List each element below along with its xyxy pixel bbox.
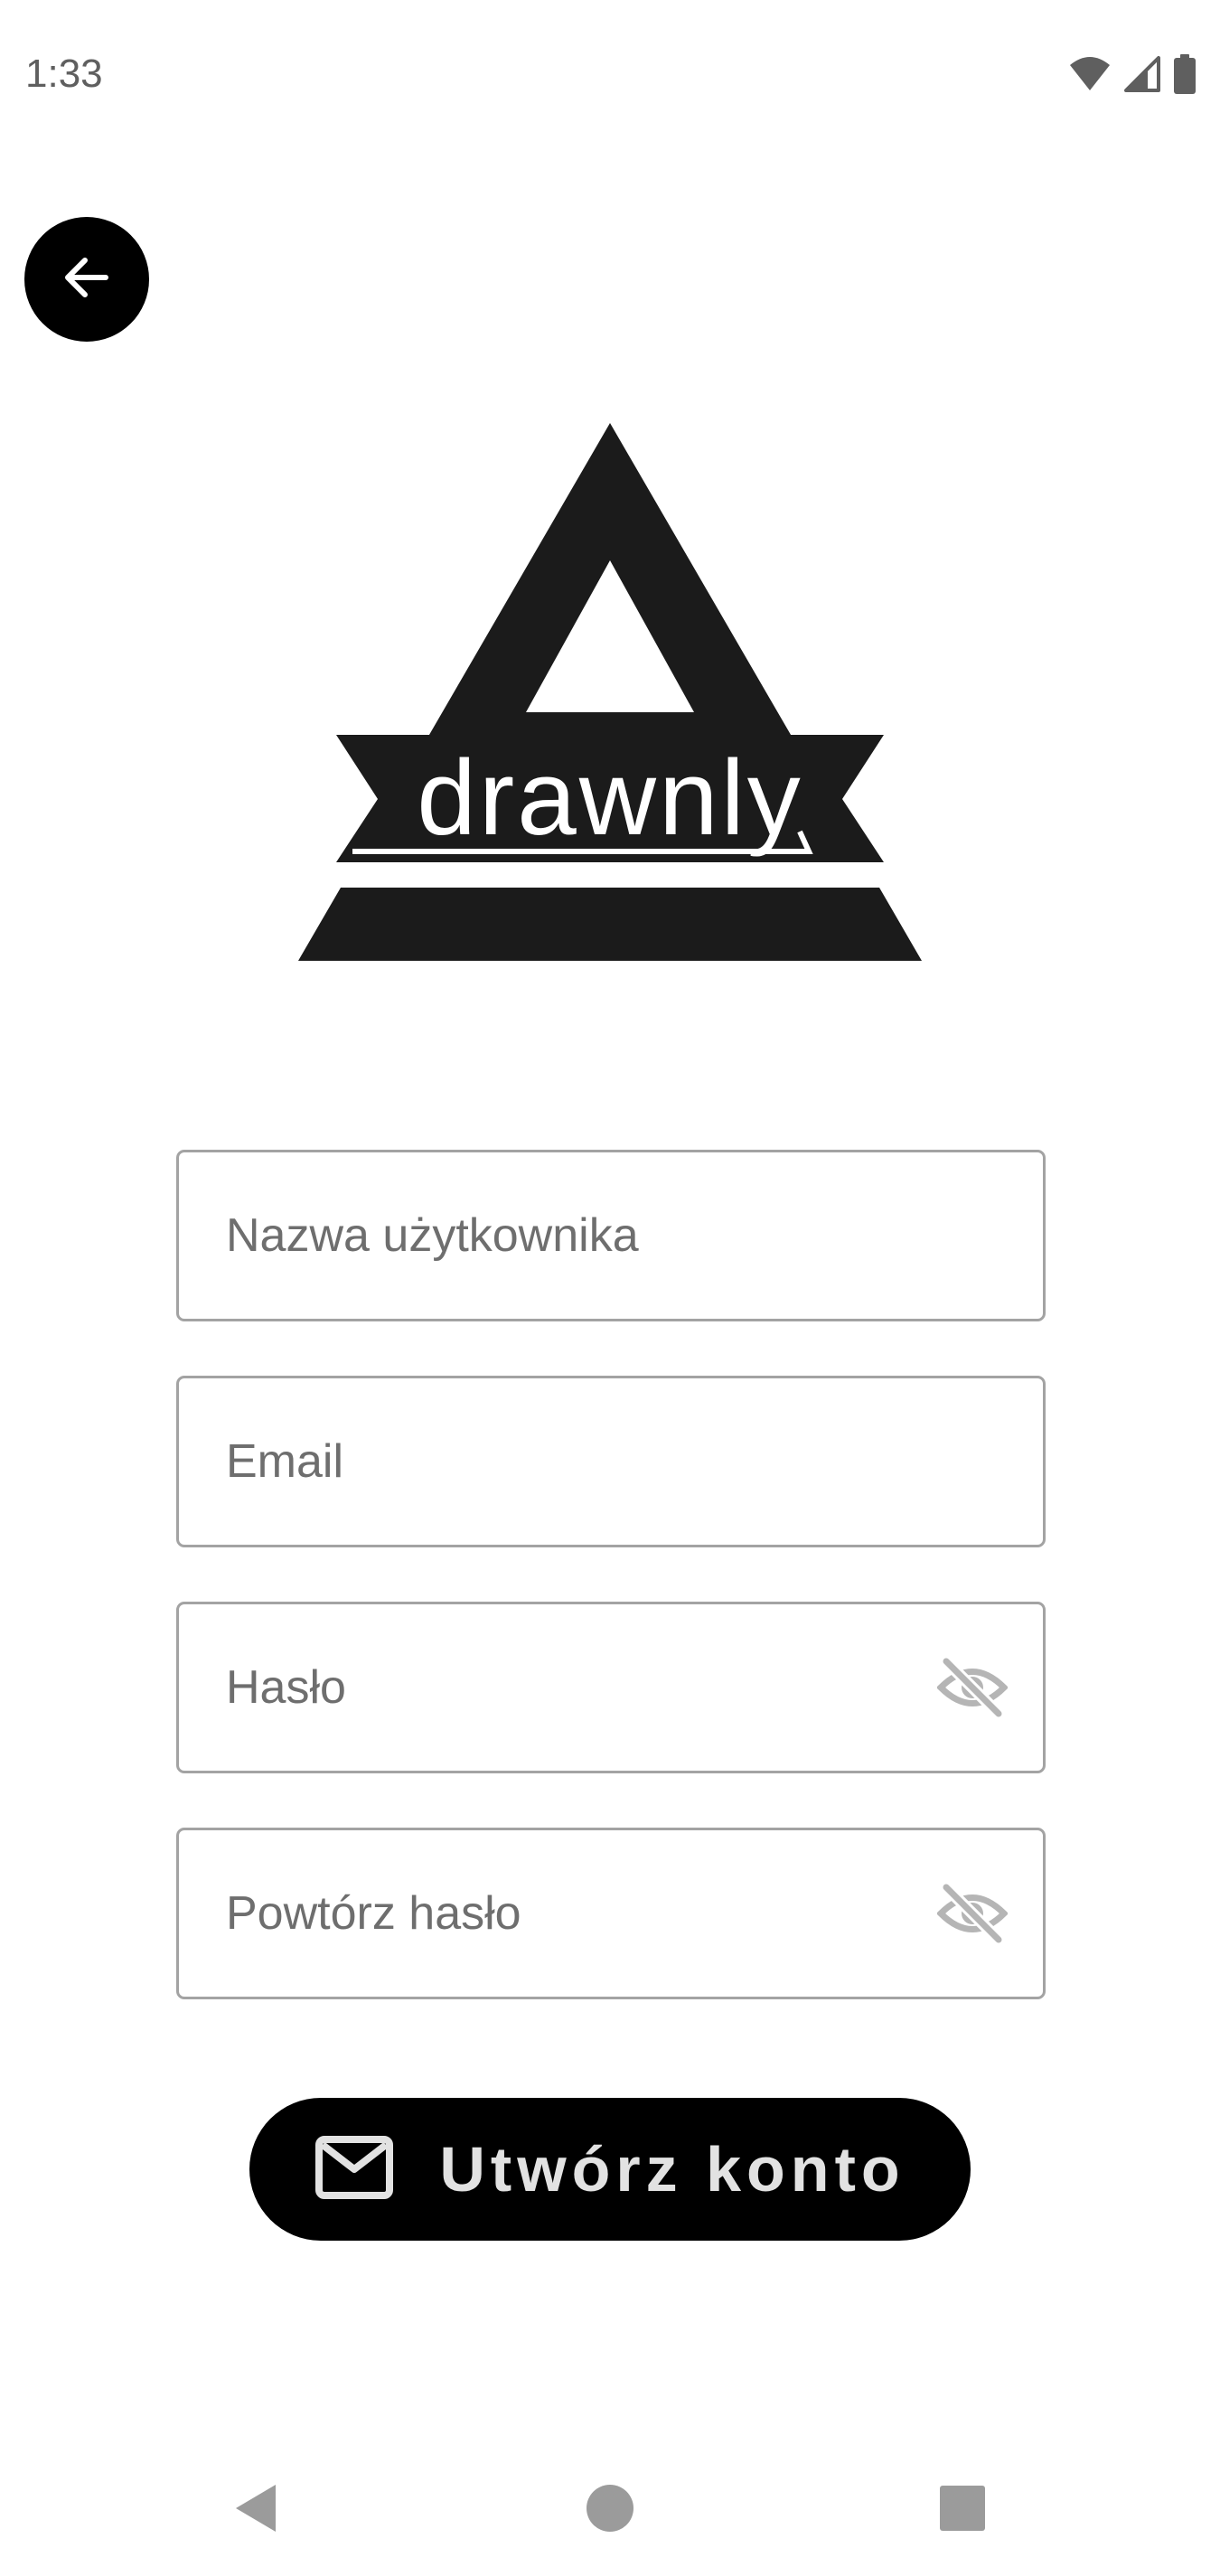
eye-off-icon[interactable] (936, 1877, 1009, 1950)
drawnly-logo: drawnly (298, 423, 922, 961)
status-bar: 1:33 (0, 0, 1220, 154)
username-field[interactable] (176, 1150, 1046, 1321)
email-field[interactable] (176, 1376, 1046, 1547)
create-account-label: Utwórz konto (439, 2134, 906, 2205)
navigation-bar (0, 2440, 1220, 2576)
battery-icon (1173, 54, 1197, 99)
email-input[interactable] (226, 1378, 949, 1545)
password-field[interactable] (176, 1602, 1046, 1773)
mail-icon (314, 2135, 394, 2205)
recents-square-icon[interactable] (931, 2477, 994, 2540)
cellular-signal-icon (1122, 56, 1162, 97)
status-icons (1068, 54, 1197, 99)
back-triangle-icon[interactable] (224, 2477, 287, 2540)
eye-off-icon[interactable] (936, 1651, 1009, 1724)
username-input[interactable] (226, 1152, 949, 1319)
home-circle-icon[interactable] (578, 2477, 642, 2540)
status-time: 1:33 (25, 52, 103, 96)
wifi-icon (1068, 56, 1112, 97)
back-button[interactable] (24, 217, 149, 342)
arrow-left-icon (59, 249, 115, 310)
repeat-password-field[interactable] (176, 1828, 1046, 1999)
repeat-password-input[interactable] (226, 1830, 949, 1997)
logo-text: drawnly (417, 738, 803, 858)
password-input[interactable] (226, 1604, 949, 1771)
create-account-button[interactable]: Utwórz konto (249, 2098, 971, 2241)
